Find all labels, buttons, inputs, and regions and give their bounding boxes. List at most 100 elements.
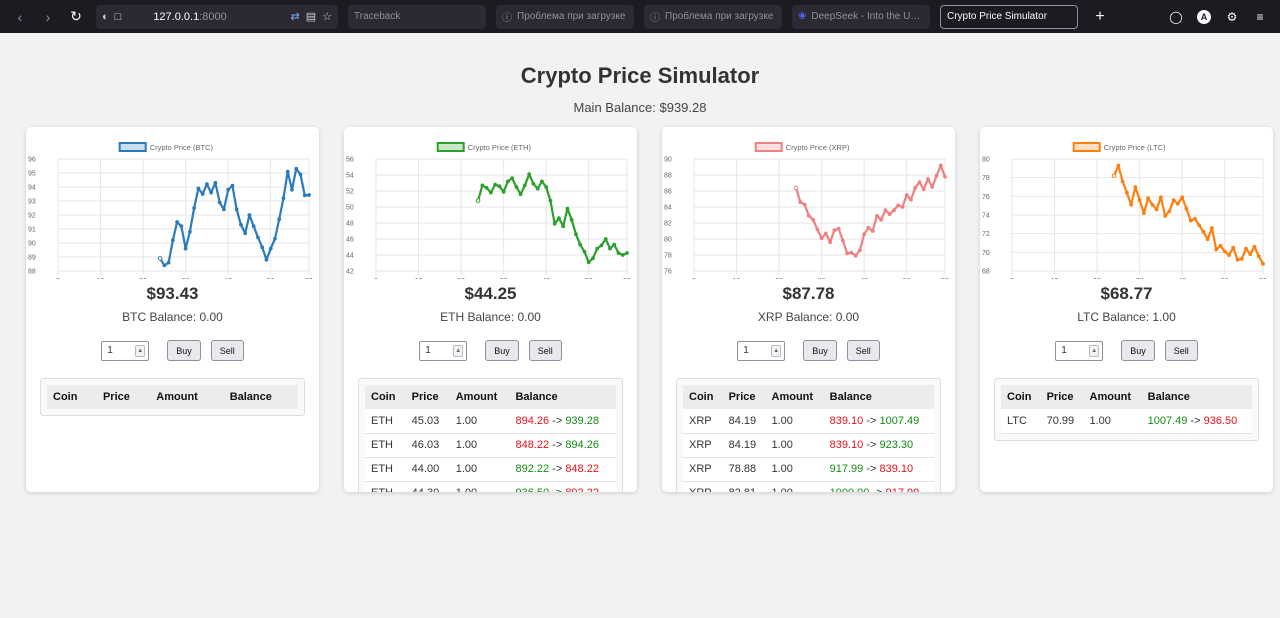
data-point[interactable] bbox=[616, 251, 621, 255]
data-point[interactable] bbox=[866, 225, 871, 230]
quantity-input[interactable]: 1 ▲ bbox=[101, 340, 150, 361]
data-point[interactable] bbox=[1261, 261, 1265, 266]
data-point[interactable] bbox=[273, 236, 277, 241]
data-point[interactable] bbox=[582, 249, 587, 254]
data-point[interactable] bbox=[875, 213, 879, 218]
data-point[interactable] bbox=[1197, 223, 1202, 228]
data-point[interactable] bbox=[1133, 185, 1138, 189]
data-point[interactable] bbox=[1252, 244, 1257, 249]
data-point[interactable] bbox=[179, 224, 184, 229]
data-point[interactable] bbox=[1163, 214, 1168, 218]
tab-crypto-price-simulator[interactable]: Crypto Price Simulator bbox=[940, 4, 1078, 29]
data-point[interactable] bbox=[239, 222, 243, 227]
data-point[interactable] bbox=[900, 205, 905, 209]
data-point[interactable] bbox=[1218, 243, 1223, 248]
data-point[interactable] bbox=[260, 245, 265, 250]
data-point[interactable] bbox=[858, 248, 862, 253]
data-point[interactable] bbox=[1188, 218, 1193, 223]
data-point[interactable] bbox=[1201, 229, 1206, 234]
shield-icon[interactable]: ◐ bbox=[102, 11, 109, 23]
data-point[interactable] bbox=[200, 192, 205, 196]
data-point[interactable] bbox=[1205, 237, 1210, 242]
data-point[interactable] bbox=[1193, 216, 1197, 221]
transactions-panel[interactable]: Coin Price Amount Balance XRP 84.19 1.00 83… bbox=[676, 378, 941, 492]
data-point[interactable] bbox=[1124, 190, 1129, 195]
account-avatar[interactable]: A bbox=[1197, 9, 1211, 24]
data-point[interactable] bbox=[828, 240, 833, 245]
data-point[interactable] bbox=[213, 180, 218, 185]
sell-button[interactable]: Sell bbox=[1164, 340, 1198, 361]
menu-icon[interactable]: ≡ bbox=[1248, 10, 1272, 24]
chart-legend[interactable]: Crypto Price (ETH) bbox=[436, 142, 532, 152]
reload-icon[interactable]: ↻ bbox=[64, 5, 88, 29]
data-point[interactable] bbox=[277, 217, 282, 222]
data-point[interactable] bbox=[849, 250, 854, 255]
data-point[interactable] bbox=[625, 251, 629, 255]
data-point[interactable] bbox=[192, 206, 197, 210]
data-point[interactable] bbox=[522, 183, 527, 188]
data-point[interactable] bbox=[913, 185, 918, 190]
data-point[interactable] bbox=[1256, 254, 1261, 258]
quantity-input[interactable]: 1 ▲ bbox=[419, 340, 468, 361]
data-point[interactable] bbox=[1150, 202, 1155, 207]
data-point[interactable] bbox=[302, 193, 307, 198]
data-point[interactable] bbox=[183, 246, 188, 251]
data-point[interactable] bbox=[1158, 195, 1163, 200]
data-point[interactable] bbox=[1116, 163, 1121, 168]
data-point[interactable] bbox=[569, 217, 574, 222]
data-point[interactable] bbox=[921, 187, 926, 192]
data-point[interactable] bbox=[294, 166, 299, 171]
data-point[interactable] bbox=[226, 187, 231, 192]
data-point[interactable] bbox=[823, 231, 828, 236]
transactions-panel[interactable]: Coin Price Amount Balance ETH 45.03 1.00 89… bbox=[358, 378, 623, 492]
data-point[interactable] bbox=[836, 226, 841, 231]
data-point[interactable] bbox=[926, 177, 930, 181]
data-point[interactable] bbox=[1154, 207, 1159, 212]
data-point[interactable] bbox=[1180, 195, 1185, 200]
data-point[interactable] bbox=[1184, 206, 1189, 211]
data-point[interactable] bbox=[1137, 198, 1142, 202]
data-point[interactable] bbox=[909, 197, 913, 202]
data-point[interactable] bbox=[505, 179, 510, 184]
data-point[interactable] bbox=[501, 189, 506, 194]
data-point[interactable] bbox=[162, 263, 167, 268]
data-point[interactable] bbox=[166, 260, 171, 265]
forward-arrow-icon[interactable]: › bbox=[36, 5, 60, 29]
quantity-input[interactable]: 1 ▲ bbox=[737, 340, 786, 361]
data-point[interactable] bbox=[1167, 209, 1172, 214]
data-point[interactable] bbox=[531, 181, 536, 186]
data-point[interactable] bbox=[256, 235, 260, 240]
data-point[interactable] bbox=[1120, 179, 1125, 184]
buy-button[interactable]: Buy bbox=[1121, 340, 1155, 361]
translate-icon[interactable]: ⇄ bbox=[291, 10, 300, 23]
data-point[interactable] bbox=[493, 182, 498, 187]
data-point[interactable] bbox=[574, 232, 578, 237]
data-point[interactable] bbox=[595, 246, 600, 251]
data-point[interactable] bbox=[815, 227, 820, 232]
data-point[interactable] bbox=[917, 180, 922, 185]
data-point[interactable] bbox=[475, 198, 481, 203]
data-point[interactable] bbox=[285, 169, 290, 174]
data-point[interactable] bbox=[298, 172, 303, 177]
data-point[interactable] bbox=[561, 224, 566, 229]
data-point[interactable] bbox=[230, 183, 235, 188]
data-point[interactable] bbox=[1214, 247, 1219, 252]
data-point[interactable] bbox=[488, 190, 493, 195]
data-point[interactable] bbox=[281, 196, 286, 201]
sell-button[interactable]: Sell bbox=[210, 340, 244, 361]
data-point[interactable] bbox=[1248, 252, 1253, 257]
data-point[interactable] bbox=[578, 242, 583, 247]
chart-legend[interactable]: Crypto Price (BTC) bbox=[118, 142, 214, 152]
stepper-icon[interactable]: ▲ bbox=[453, 344, 464, 357]
data-point[interactable] bbox=[811, 217, 816, 222]
sell-button[interactable]: Sell bbox=[846, 340, 880, 361]
data-point[interactable] bbox=[1129, 202, 1134, 207]
back-arrow-icon[interactable]: ‹ bbox=[8, 5, 32, 29]
data-point[interactable] bbox=[170, 238, 175, 243]
data-point[interactable] bbox=[1171, 198, 1176, 202]
data-point[interactable] bbox=[603, 237, 608, 241]
data-point[interactable] bbox=[234, 207, 239, 212]
data-point[interactable] bbox=[943, 174, 947, 179]
data-point[interactable] bbox=[290, 187, 294, 192]
data-point[interactable] bbox=[793, 185, 799, 191]
